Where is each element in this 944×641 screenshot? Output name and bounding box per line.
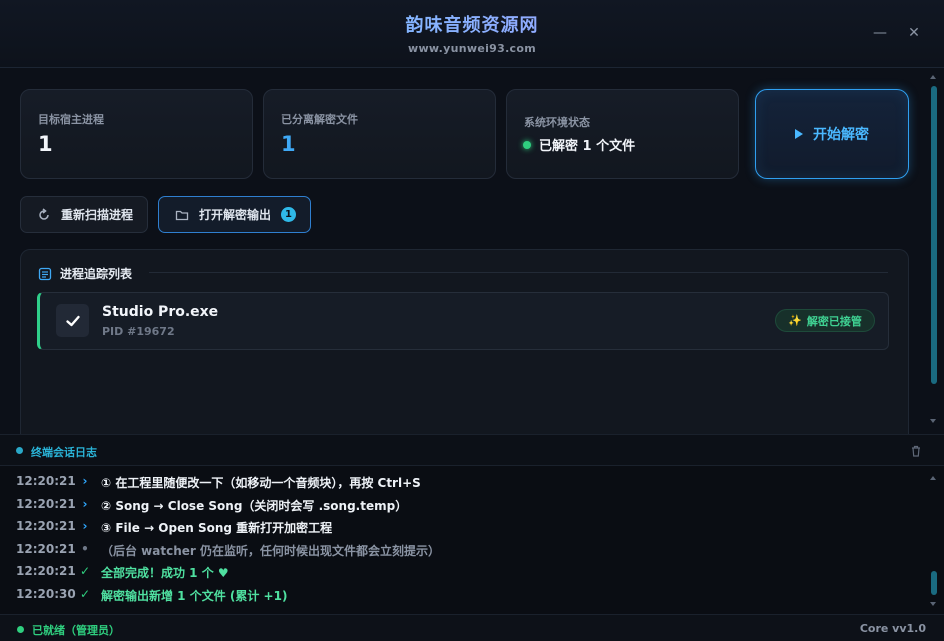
start-decrypt-button[interactable]: 开始解密 [755, 89, 909, 179]
arrow-icon: › [82, 496, 88, 511]
log-message: ① 在工程里随便改一下（如移动一个音频块），再按 Ctrl+S [101, 476, 421, 490]
main-scrollbar-thumb[interactable] [931, 86, 937, 384]
separated-files-label: 已分离解密文件 [281, 113, 358, 126]
rescan-process-button[interactable]: 重新扫描进程 [20, 196, 148, 233]
ready-status: 已就绪（管理员） [32, 624, 120, 637]
check-icon [65, 315, 80, 326]
separated-files-card: 已分离解密文件 1 [263, 89, 496, 179]
app-subtitle: www.yunwei93.com [407, 42, 536, 55]
sparkle-icon: ✨ [788, 314, 802, 327]
ready-dot [17, 626, 24, 633]
log-message: ② Song → Close Song（关闭时会写 .song.temp） [101, 498, 408, 513]
process-panel-title: 进程追踪列表 [60, 267, 133, 281]
log-time: 12:20:21 [16, 474, 76, 488]
log-line: 12:20:21 › ③ File → Open Song 重新打开加密工程 [16, 516, 916, 539]
log-time: 12:20:21 [16, 541, 76, 556]
list-icon [38, 267, 52, 280]
start-decrypt-label: 开始解密 [813, 127, 869, 143]
log-message: （后台 watcher 仍在监听，任何时候出现文件都会立刻提示） [101, 543, 440, 558]
log-line: 12:20:21 ✓ 全部完成！成功 1 个 ♥ [16, 561, 916, 584]
log-line: 12:20:30 ✓ 解密输出新增 1 个文件 (累计 +1) [16, 584, 916, 607]
status-dot [523, 140, 531, 149]
check-icon: ✓ [79, 586, 91, 601]
core-version: Core vv1.0 [859, 622, 926, 635]
separated-files-value: 1 [281, 132, 296, 156]
open-output-button[interactable]: 打开解密输出 1 [158, 196, 311, 233]
log-scroll-down-icon[interactable] [930, 601, 936, 607]
bullet-icon: • [81, 541, 89, 556]
log-lines: 12:20:21 › ① 在工程里随便改一下（如移动一个音频块），再按 Ctrl… [16, 471, 916, 606]
log-header: 终端会话日志 [0, 435, 944, 466]
arrow-icon: › [82, 474, 88, 488]
close-button[interactable]: ✕ [905, 24, 923, 42]
arrow-icon: › [82, 519, 88, 533]
process-panel: 进程追踪列表 Studio Pro.exe PID #19672 ✨ 解密已接管 [20, 249, 909, 439]
log-status-dot [16, 447, 23, 454]
log-line: 12:20:21 • （后台 watcher 仍在监听，任何时候出现文件都会立刻… [16, 539, 916, 562]
env-status-value: 已解密 1 个文件 [539, 139, 636, 154]
rescan-label: 重新扫描进程 [61, 208, 134, 222]
host-process-label: 目标宿主进程 [38, 113, 104, 126]
host-process-value: 1 [38, 132, 53, 156]
process-name: Studio Pro.exe [102, 304, 219, 320]
open-output-label: 打开解密输出 [199, 208, 272, 222]
log-time: 12:20:30 [16, 586, 76, 601]
log-line: 12:20:21 › ① 在工程里随便改一下（如移动一个音频块），再按 Ctrl… [16, 471, 916, 494]
log-time: 12:20:21 [16, 564, 76, 578]
status-bar: 已就绪（管理员） Core vv1.0 [0, 614, 944, 641]
log-scroll-up-icon[interactable] [930, 475, 936, 481]
log-line: 12:20:21 › ② Song → Close Song（关闭时会写 .so… [16, 494, 916, 517]
log-message: 解密输出新增 1 个文件 (累计 +1) [101, 588, 288, 603]
log-scrollbar-thumb[interactable] [931, 571, 937, 595]
env-status-label: 系统环境状态 [524, 116, 590, 129]
check-icon: ✓ [79, 564, 91, 578]
log-title: 终端会话日志 [31, 446, 97, 459]
process-row[interactable]: Studio Pro.exe PID #19672 ✨ 解密已接管 [37, 292, 889, 350]
refresh-icon [39, 207, 49, 220]
trash-icon[interactable] [909, 444, 923, 458]
log-time: 12:20:21 [16, 519, 76, 533]
process-checkbox[interactable] [56, 304, 89, 337]
log-time: 12:20:21 [16, 496, 76, 511]
status-badge: ✨ 解密已接管 [775, 309, 875, 332]
log-message: ③ File → Open Song 重新打开加密工程 [101, 521, 333, 535]
panel-divider [149, 272, 888, 273]
minimize-button[interactable]: — [871, 24, 889, 42]
folder-icon [175, 210, 189, 220]
app-title: 韵味音频资源网 [0, 11, 944, 37]
host-process-card: 目标宿主进程 1 [20, 89, 253, 179]
process-tag-label: 解密已接管 [806, 314, 862, 328]
log-message: 全部完成！成功 1 个 ♥ [101, 566, 229, 580]
title-bar: 韵味音频资源网 www.yunwei93.com — ✕ [0, 0, 944, 68]
terminal-log-panel: 终端会话日志 12:20:21 › ① 在工程里随便改一下（如移动一个音频块），… [0, 434, 944, 614]
scroll-up-icon[interactable] [930, 74, 936, 80]
scroll-down-icon[interactable] [930, 418, 936, 424]
output-count-badge: 1 [281, 207, 297, 222]
env-status-card: 系统环境状态 已解密 1 个文件 [506, 89, 739, 179]
play-icon [795, 129, 803, 139]
process-pid: PID #19672 [102, 325, 175, 338]
